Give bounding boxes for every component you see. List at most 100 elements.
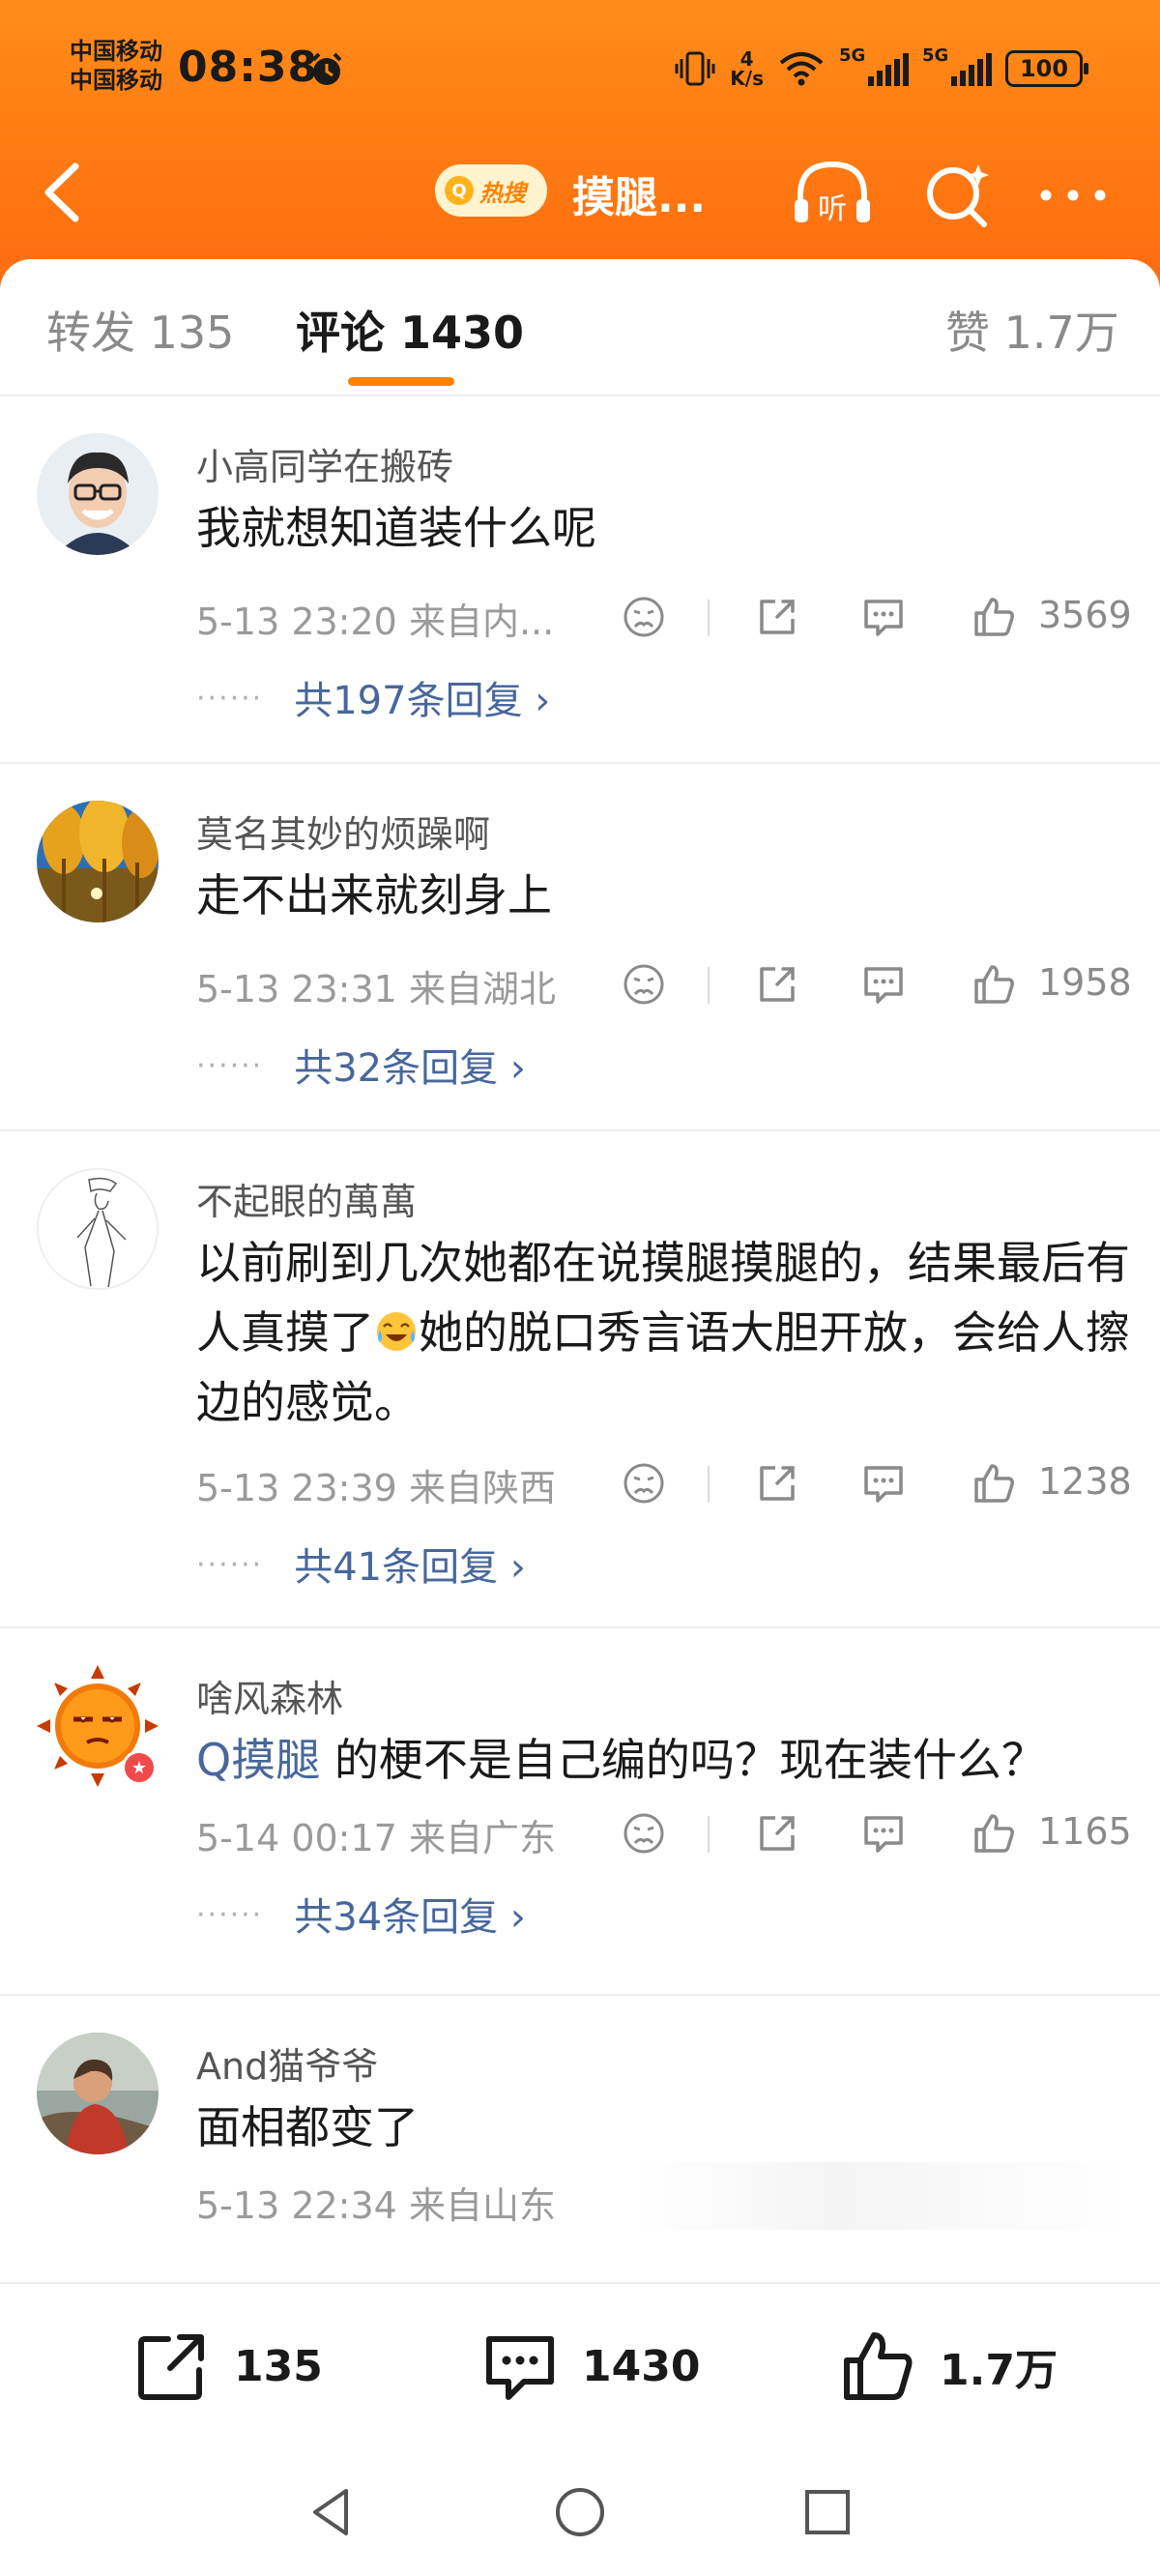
replies-count: 共32条回复 [294,1046,499,1091]
alarm-icon [311,52,342,85]
comment-time: 5-13 22:34 [196,2184,397,2227]
like-thumb-icon[interactable] [971,1460,1017,1507]
comment-meta: 5-13 23:39 来自陕西 [196,1458,556,1511]
comment-location: 来自内... [408,600,555,643]
search-icon[interactable] [918,157,996,234]
share-icon[interactable] [754,594,800,640]
share-icon[interactable] [754,1810,800,1857]
dislike-face-icon[interactable] [621,594,667,640]
page-title[interactable]: 摸腿... [572,162,706,224]
comment-username[interactable]: And猫爷爷 [196,2036,378,2090]
comment-username[interactable]: 小高同学在搬砖 [196,437,453,490]
view-replies-link[interactable]: ······ 共34条回复 › [196,1886,526,1942]
tab-bar: 转发 135 评论 1430 赞 1.7万 [0,259,1160,396]
hot-search-tag[interactable]: Q 热搜 [435,164,547,217]
dots-decoration: ······ [196,1898,264,1932]
avatar[interactable] [37,801,159,922]
vibrate-icon [675,51,715,86]
dislike-face-icon[interactable] [621,1460,667,1507]
comment-item: 不起眼的萬萬 以前刷到几次她都在说摸腿摸腿的，结果最后有人真摸了 她的脱口秀言语… [0,1131,1160,1628]
header: 中国移动 中国移动 08:38 4 K/s 5G 5G 100 Q 热搜 摸腿.… [0,0,1160,290]
signal-2-label: 5G [922,45,949,66]
comment-location: 来自广东 [408,1817,556,1859]
divider [708,1466,710,1503]
carrier-1: 中国移动 [70,38,162,65]
carrier-label: 中国移动 中国移动 [70,37,162,95]
avatar[interactable]: ★ [37,1665,159,1787]
reply-icon[interactable] [860,961,907,1008]
comment-time: 5-14 00:17 [196,1817,397,1859]
like-button[interactable]: 1.7万 [837,2323,1058,2410]
topic-link[interactable]: Q摸腿 [196,1734,320,1786]
repost-button[interactable]: 135 [131,2323,323,2410]
comment-text: 我就想知道装什么呢 [196,502,596,554]
comment-sheet: 转发 135 评论 1430 赞 1.7万 小高同学在搬砖 我就想知道装什么呢 … [0,259,1160,2576]
avatar[interactable] [37,1168,159,1290]
avatar[interactable] [37,2033,159,2154]
bottom-action-bar: 135 1430 1.7万 [0,2282,1160,2456]
net-speed: 4 K/s [730,49,764,88]
reply-icon[interactable] [860,594,907,640]
view-replies-link[interactable]: ······ 共197条回复 › [196,669,550,725]
comment-item: 莫名其妙的烦躁啊 走不出来就刻身上 5-13 23:31 来自湖北 1958 ·… [0,764,1160,1131]
battery-level: 100 [1019,55,1069,82]
comment-text: 面相都变了 [196,2101,419,2153]
clock: 08:38 [178,43,319,92]
dislike-face-icon[interactable] [621,1810,667,1857]
replies-count: 共197条回复 [294,679,523,723]
recent-apps-square-icon[interactable] [798,2483,856,2541]
chevron-right-icon: › [522,679,551,723]
more-icon[interactable] [1034,176,1112,215]
comment-button[interactable]: 1430 [479,2323,700,2410]
comment-text: Q摸腿 的梗不是自己编的吗？现在装什么？ [196,1725,1134,1795]
avatar[interactable] [37,433,159,555]
divider [708,967,710,1004]
share-icon[interactable] [754,961,800,1008]
like-thumb-icon[interactable] [971,1810,1017,1857]
like-thumb-icon[interactable] [971,961,1017,1008]
replies-count: 共34条回复 [294,1895,499,1940]
reply-icon[interactable] [860,1810,907,1857]
tab-reposts[interactable]: 转发 135 [46,298,234,362]
hot-search-label: 热搜 [479,179,526,207]
comment-actions: 1165 [615,1802,1132,1860]
back-triangle-icon[interactable] [304,2483,362,2541]
comment-icon [486,2336,554,2400]
like-thumb-icon[interactable] [971,594,1017,640]
comment-username[interactable]: 不起眼的萬萬 [196,1172,417,1225]
tab-comments[interactable]: 评论 1430 [296,298,524,362]
system-navigation-bar [0,2456,1160,2576]
battery-icon: 100 [1005,50,1088,87]
comment-count: 1430 [582,2341,701,2391]
view-replies-link[interactable]: ······ 共41条回复 › [196,1536,526,1592]
comment-meta: 5-13 23:31 来自湖北 [196,959,556,1012]
tab-likes[interactable]: 赞 1.7万 [945,298,1119,362]
comment-username[interactable]: 莫名其妙的烦躁啊 [196,805,490,858]
share-icon[interactable] [754,1460,800,1507]
reply-icon[interactable] [860,1460,907,1507]
comment-meta: 5-13 23:20 来自内... [196,592,554,645]
signal-1-icon: 5G [839,45,909,86]
topic-search-icon: Q [196,1734,232,1786]
headphone-listen-icon[interactable]: 听 [789,155,876,232]
comment-actions: 1238 [615,1452,1132,1510]
home-circle-icon[interactable] [551,2483,609,2541]
view-replies-link[interactable]: ······ 共32条回复 › [196,1037,526,1093]
dislike-face-icon[interactable] [621,961,667,1008]
like-count: 1165 [1038,1810,1132,1853]
loading-shimmer [638,2162,1131,2230]
chevron-right-icon: › [498,1545,526,1590]
signal-2-icon: 5G [922,45,992,86]
comment-actions: 3569 [615,586,1132,644]
dots-decoration: ······ [196,1548,264,1582]
search-small-icon: Q [445,176,474,205]
back-arrow-icon[interactable] [35,159,93,226]
comment-username[interactable]: 啥风森林 [196,1669,343,1722]
like-total: 1.7万 [940,2346,1058,2395]
svg-text:听: 听 [818,192,847,226]
dots-decoration: ······ [196,1049,264,1083]
net-speed-value: 4 [740,47,754,71]
comment-time: 5-13 23:39 [196,1467,397,1509]
signal-1-label: 5G [839,45,866,66]
net-speed-unit: K/s [730,67,764,90]
